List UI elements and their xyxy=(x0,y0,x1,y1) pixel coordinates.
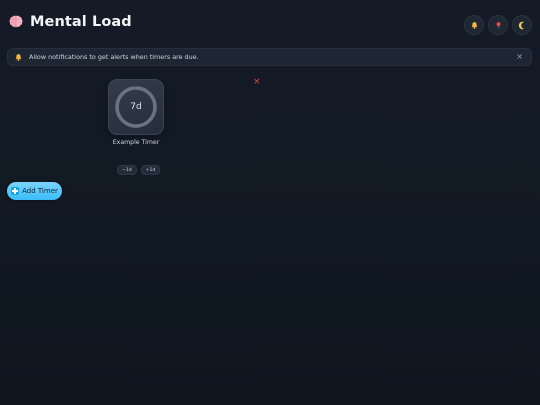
bell-icon xyxy=(15,53,22,61)
app-title: Mental Load xyxy=(30,14,132,30)
timer-card[interactable]: 7d xyxy=(108,79,164,135)
pin-icon xyxy=(496,21,500,29)
notification-banner: Allow notifications to get alerts when t… xyxy=(7,48,532,66)
timer-value: 7d xyxy=(130,102,142,112)
add-timer-button[interactable]: Add Timer xyxy=(7,182,62,200)
notifications-button[interactable] xyxy=(464,15,484,35)
close-icon[interactable]: × xyxy=(516,52,523,62)
brain-icon xyxy=(9,15,23,28)
timer-name: Example Timer xyxy=(112,139,160,146)
moon-icon xyxy=(518,21,524,29)
bell-icon xyxy=(471,21,477,29)
plus-icon xyxy=(11,187,20,195)
notification-banner-text: Allow notifications to get alerts when t… xyxy=(29,53,199,61)
timer-adjust-row: −1d +1d xyxy=(117,165,161,175)
delete-timer-button[interactable]: × xyxy=(253,77,261,87)
header-actions xyxy=(464,15,532,35)
theme-toggle-button[interactable] xyxy=(512,15,532,35)
pin-button[interactable] xyxy=(488,15,508,35)
increase-day-button[interactable]: +1d xyxy=(140,165,161,175)
decrease-day-button[interactable]: −1d xyxy=(117,165,137,175)
app-header: Mental Load xyxy=(8,14,132,30)
add-timer-label: Add Timer xyxy=(22,187,58,195)
